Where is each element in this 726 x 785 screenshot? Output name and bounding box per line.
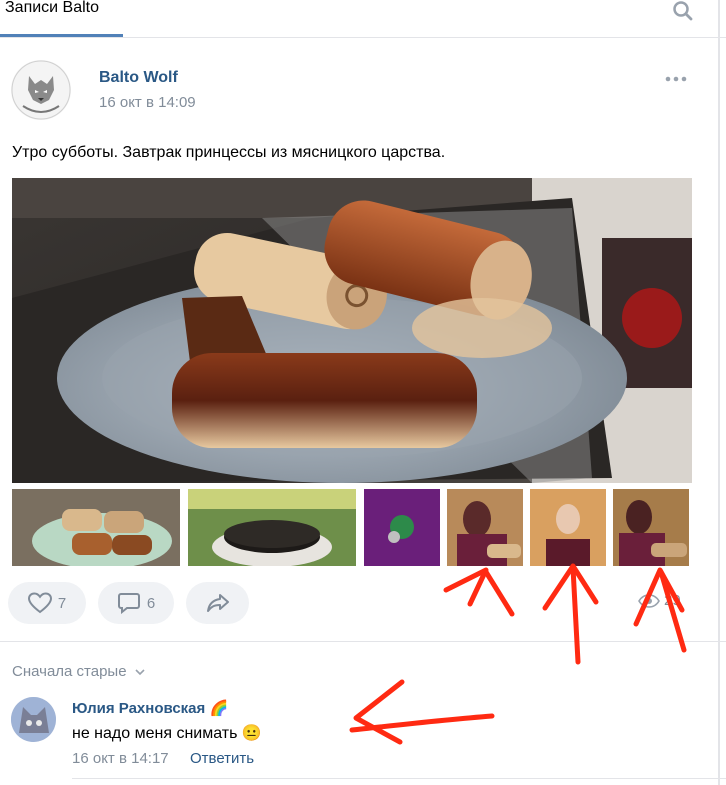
rainbow-icon: 🌈 [209,700,229,717]
comment-author-name: Юлия Рахновская [72,700,206,717]
views-count: 29 [664,592,681,609]
more-icon[interactable] [664,72,688,86]
arrow-annotation [443,567,489,607]
likes-count: 7 [57,594,67,612]
arrow-annotation [658,569,687,653]
arrow-annotation [353,679,405,745]
food-photo-image [12,178,692,483]
photo-thumbnail[interactable] [530,489,606,566]
photo-thumbnail[interactable] [613,489,689,566]
brooch-photo-image [364,489,440,566]
page-edge [718,0,720,785]
arrow-annotation [570,565,581,665]
neutral-face-icon: 😐 [241,725,262,742]
avatar[interactable] [11,60,71,120]
views-counter: 29 [638,592,681,609]
comment-author[interactable]: Юлия Рахновская 🌈 [72,699,228,717]
divider [72,778,726,779]
comment-date[interactable]: 16 окт в 14:17 [72,750,169,767]
arrow-annotation [483,569,515,617]
reply-button[interactable]: Ответить [190,750,254,767]
sort-label: Сначала старые [12,663,127,680]
person-eating-photo-image [613,489,689,566]
heart-icon [27,592,52,614]
search-icon[interactable] [672,0,694,22]
comment-body: не надо меня снимать [72,725,238,742]
like-button[interactable]: 7 [8,582,86,624]
post-main-photo[interactable] [12,178,692,483]
comment-icon [117,593,140,614]
comments-count: 6 [146,594,156,612]
eye-icon [638,593,660,608]
arrow-annotation [349,713,495,733]
person-portrait-photo-image [530,489,606,566]
photo-thumbnail[interactable] [364,489,440,566]
chevron-down-icon [135,669,145,676]
share-button[interactable] [186,582,249,624]
comment-text: не надо меня снимать 😐 [72,723,262,743]
pastries-photo-image [12,489,180,566]
divider [0,641,726,642]
arrow-annotation [542,563,599,611]
comment-avatar[interactable] [11,697,56,742]
person-eating-photo-image [447,489,523,566]
top-bar: Записи Balto [0,0,726,38]
photo-thumbnail[interactable] [447,489,523,566]
cat-avatar-image [11,697,56,742]
wolf-logo-icon [11,60,71,120]
tea-cup-photo-image [188,489,356,566]
post-date[interactable]: 16 окт в 14:09 [99,94,196,111]
photo-thumbnail[interactable] [188,489,356,566]
post-text: Утро субботы. Завтрак принцессы из мясни… [12,144,446,161]
comment-button[interactable]: 6 [98,582,174,624]
share-icon [206,594,229,612]
post-author[interactable]: Balto Wolf [99,69,178,87]
photo-thumbnail[interactable] [12,489,180,566]
page-title[interactable]: Записи Balto [5,0,99,17]
tab-underline [0,34,123,37]
comments-sort-dropdown[interactable]: Сначала старые [12,663,146,680]
